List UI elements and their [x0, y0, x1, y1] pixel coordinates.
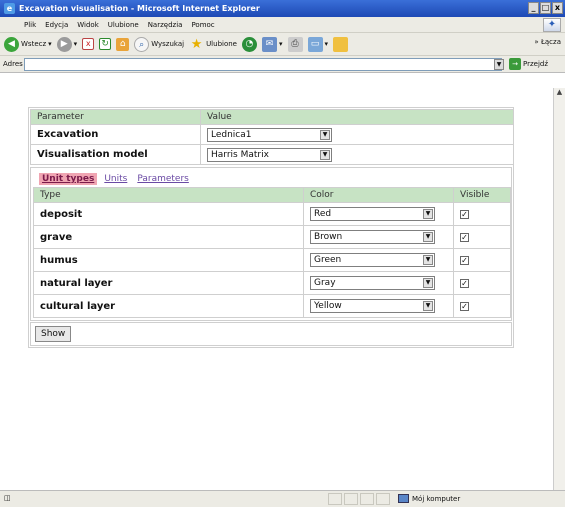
- refresh-icon[interactable]: ↻: [99, 38, 112, 50]
- unit-types-section: Unit types Units Parameters Type Color V…: [30, 167, 512, 321]
- menu-file[interactable]: Plik: [24, 21, 36, 29]
- chevron-down-icon: ▼: [320, 149, 330, 160]
- window-controls: _ □ x: [528, 2, 563, 14]
- window-title-bar: e Excavation visualisation - Microsoft I…: [0, 0, 565, 17]
- back-button[interactable]: ◀ Wstecz ▾: [4, 36, 52, 52]
- table-row: cultural layer Yellow ▼ ✓: [33, 294, 511, 318]
- tab-unit-types[interactable]: Unit types: [39, 173, 98, 185]
- column-header-value: Value: [200, 109, 514, 125]
- show-button[interactable]: Show: [35, 326, 72, 342]
- visible-checkbox[interactable]: ✓: [460, 232, 469, 242]
- scroll-up-icon[interactable]: ▲: [554, 88, 565, 98]
- search-icon: ⌕: [134, 36, 150, 52]
- window-title: Excavation visualisation - Microsoft Int…: [19, 4, 260, 13]
- unit-type-name: humus: [33, 248, 304, 272]
- search-button[interactable]: ⌕ Wyszukaj: [134, 36, 184, 52]
- unit-type-name: natural layer: [33, 271, 304, 295]
- column-header-color: Color: [303, 187, 454, 203]
- minimize-button[interactable]: _: [528, 2, 539, 14]
- tab-parameters[interactable]: Parameters: [134, 173, 192, 185]
- forward-arrow-icon: ▶: [56, 36, 72, 52]
- parameter-label: Visualisation model: [30, 144, 201, 165]
- chevron-down-icon: ▼: [423, 278, 433, 288]
- column-header-visible: Visible: [453, 187, 511, 203]
- visible-checkbox[interactable]: ✓: [460, 301, 469, 311]
- ie-icon: e: [4, 3, 15, 14]
- table-row: Visualisation model Harris Matrix ▼: [30, 144, 514, 165]
- table-row: natural layer Gray ▼ ✓: [33, 271, 511, 295]
- back-arrow-icon: ◀: [4, 36, 19, 52]
- status-bar: ◫ Mój komputer: [0, 490, 565, 507]
- unit-type-name: cultural layer: [33, 294, 304, 318]
- excavation-select[interactable]: Lednica1 ▼: [207, 127, 332, 142]
- vertical-scrollbar[interactable]: ▲: [553, 88, 565, 490]
- edit-icon: ▭: [307, 36, 323, 52]
- color-select[interactable]: Red ▼: [310, 207, 435, 221]
- links-label[interactable]: » Łącza: [534, 38, 561, 46]
- unit-types-table: Type Color Visible deposit Red ▼ ✓ grave …: [33, 187, 511, 318]
- tab-units[interactable]: Units: [101, 173, 130, 185]
- windows-logo-icon: ✦: [543, 18, 561, 32]
- address-label: Adres: [3, 60, 23, 68]
- unit-type-name: deposit: [33, 202, 304, 226]
- back-dropdown-icon: ▾: [48, 40, 52, 48]
- forward-dropdown-icon: ▾: [73, 40, 78, 48]
- table-row: humus Green ▼ ✓: [33, 248, 511, 272]
- page-icon: ◫: [4, 494, 11, 502]
- history-icon[interactable]: ◔: [241, 36, 257, 52]
- color-select[interactable]: Brown ▼: [310, 230, 435, 244]
- forward-button[interactable]: ▶ ▾: [56, 36, 78, 52]
- chevron-down-icon: ▼: [423, 232, 433, 242]
- menu-edit[interactable]: Edycja: [45, 21, 68, 29]
- address-dropdown-icon[interactable]: ▼: [494, 59, 504, 70]
- visible-checkbox[interactable]: ✓: [460, 278, 469, 288]
- chevron-down-icon: ▼: [423, 255, 433, 265]
- star-icon: ★: [190, 36, 203, 52]
- toolbar: ◀ Wstecz ▾ ▶ ▾ x ↻ ⌂ ⌕ Wyszukaj ★ Ulubione ◔ …: [0, 33, 565, 56]
- form-panel: Parameter Value Excavation Lednica1 ▼ Vis…: [28, 107, 514, 348]
- maximize-button[interactable]: □: [540, 2, 551, 14]
- favorites-button[interactable]: ★ Ulubione: [189, 37, 237, 52]
- close-button[interactable]: x: [552, 2, 563, 14]
- tab-bar: Unit types Units Parameters: [33, 170, 509, 187]
- column-header-parameter: Parameter: [30, 109, 201, 125]
- menu-tools[interactable]: Narzędzia: [148, 21, 183, 29]
- visualisation-model-select[interactable]: Harris Matrix ▼: [207, 147, 332, 162]
- color-select[interactable]: Yellow ▼: [310, 299, 435, 313]
- table-header: Parameter Value: [30, 109, 514, 125]
- print-icon[interactable]: ⎙: [287, 36, 303, 52]
- go-button[interactable]: → Przejdź: [509, 58, 548, 70]
- menu-bar: Plik Edycja Widok Ulubione Narzędzia Pom…: [0, 17, 565, 33]
- chevron-down-icon: ▼: [320, 129, 330, 140]
- folder-icon[interactable]: [333, 36, 349, 52]
- chevron-down-icon: ▼: [423, 209, 433, 219]
- computer-icon: [398, 494, 409, 503]
- stop-icon[interactable]: x: [82, 38, 95, 50]
- home-icon[interactable]: ⌂: [116, 37, 130, 51]
- color-select[interactable]: Green ▼: [310, 253, 435, 267]
- edit-button[interactable]: ▭ ▾: [307, 36, 328, 52]
- visible-checkbox[interactable]: ✓: [460, 255, 469, 265]
- column-header-type: Type: [33, 187, 304, 203]
- address-input[interactable]: [24, 58, 502, 71]
- mail-button[interactable]: ✉ ▾: [261, 36, 283, 52]
- security-zone: Mój komputer: [398, 494, 460, 503]
- table-row: grave Brown ▼ ✓: [33, 225, 511, 249]
- visible-checkbox[interactable]: ✓: [460, 209, 469, 219]
- menu-help[interactable]: Pomoc: [191, 21, 214, 29]
- unit-type-name: grave: [33, 225, 304, 249]
- parameters-table: Parameter Value Excavation Lednica1 ▼ Vis…: [30, 109, 514, 165]
- go-arrow-icon: →: [509, 58, 521, 70]
- parameter-label: Excavation: [30, 124, 201, 145]
- menu-view[interactable]: Widok: [77, 21, 99, 29]
- table-row: Excavation Lednica1 ▼: [30, 124, 514, 145]
- chevron-down-icon: ▼: [423, 301, 433, 311]
- show-row: Show: [30, 322, 512, 346]
- menu-favorites[interactable]: Ulubione: [108, 21, 139, 29]
- mail-icon: ✉: [261, 36, 277, 52]
- table-header: Type Color Visible: [33, 187, 511, 203]
- color-select[interactable]: Gray ▼: [310, 276, 435, 290]
- table-row: deposit Red ▼ ✓: [33, 202, 511, 226]
